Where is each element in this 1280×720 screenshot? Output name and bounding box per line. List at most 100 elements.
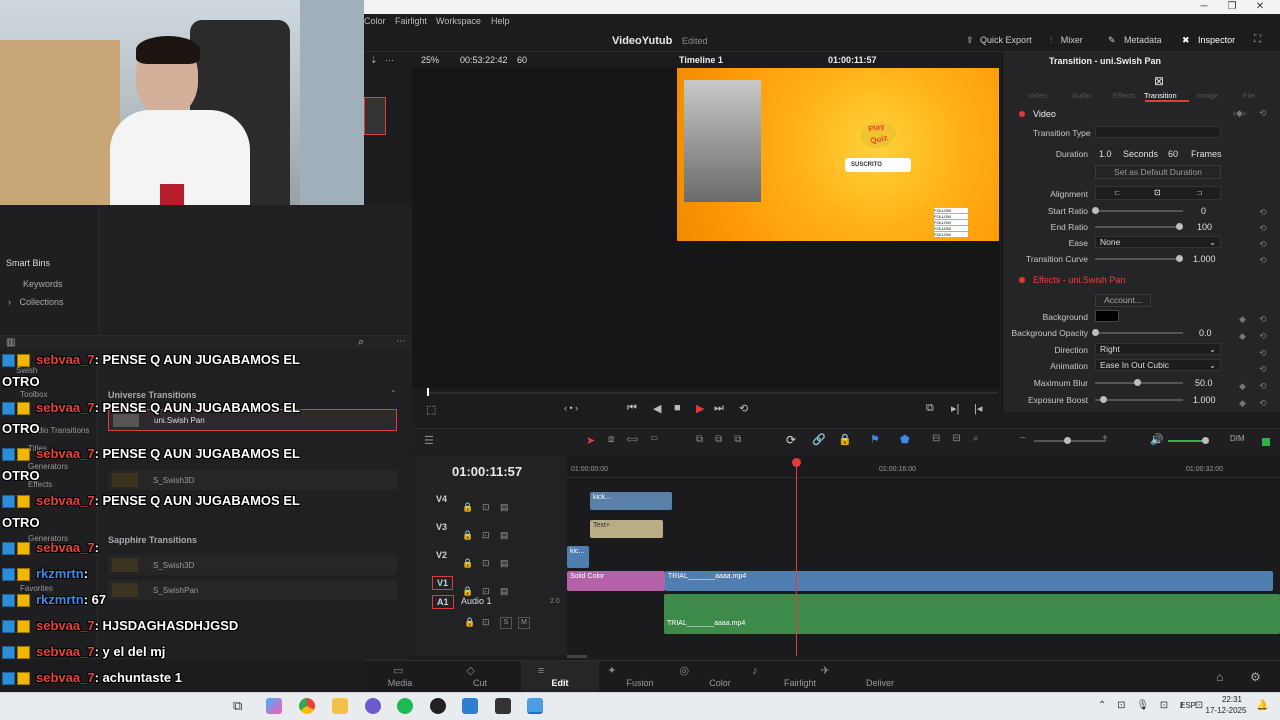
zoom-in-icon[interactable]: + [1102, 433, 1108, 444]
edit-tools-icons[interactable]: ⧈⟺▭ [608, 434, 670, 445]
page-edit[interactable]: Edit [530, 678, 590, 688]
transition-type-dropdown[interactable] [1095, 126, 1221, 138]
slider-knob[interactable] [1176, 223, 1183, 230]
photos-icon[interactable] [462, 698, 478, 714]
flag-icon[interactable]: ⚑ [870, 433, 880, 446]
metadata-button[interactable]: ✎ Metadata [1108, 35, 1162, 46]
play-reverse-icon[interactable]: ◀ [653, 402, 661, 415]
reset-icon[interactable]: ⟲ [1259, 108, 1267, 119]
section-effects[interactable]: Effects - uni.Swish Pan [1033, 275, 1125, 285]
track-v2[interactable]: V2 [436, 550, 447, 560]
tab-transition[interactable]: Transition [1144, 91, 1177, 100]
clock-time[interactable]: 22:31 [1212, 695, 1252, 704]
menu-help[interactable]: Help [491, 16, 510, 26]
clip-v1-solid[interactable]: Solid Color [567, 571, 665, 591]
volume-slider[interactable] [1168, 440, 1206, 442]
tab-effects[interactable]: Effects [1113, 91, 1136, 100]
link-icon[interactable]: 🔗 [812, 433, 826, 446]
media-thumbnail[interactable] [364, 97, 386, 135]
timeline-tracks[interactable]: 01:00:00:00 01:00:16:00 01:00:32:00 kick… [567, 456, 1280, 658]
selection-tool-icon[interactable]: ➤ [586, 434, 595, 447]
task-view-icon[interactable]: ⧉ [233, 698, 249, 714]
keyframe-icon[interactable]: ◆ ◆ ◆ ◆ [1239, 311, 1246, 412]
track-v3[interactable]: V3 [436, 522, 447, 532]
align-center-icon[interactable]: ⊡ [1154, 188, 1161, 197]
keyframe-nav-icon[interactable]: ‹◆› [1233, 108, 1246, 119]
page-color[interactable]: Color [690, 678, 750, 688]
page-fairlight[interactable]: Fairlight [770, 678, 830, 688]
track-enable-icons[interactable]: ▤ ▤ ▤ ▤ [500, 493, 509, 605]
stop-icon[interactable]: ■ [674, 402, 681, 414]
align-start-icon[interactable]: ⊏ [1114, 188, 1121, 197]
duration-frames[interactable]: 60 [1168, 149, 1178, 159]
exposure-boost-value[interactable]: 1.000 [1193, 395, 1216, 405]
home-icon[interactable]: ⌂ [1216, 670, 1223, 684]
clip-v2[interactable]: kic... [567, 546, 589, 568]
track-a1[interactable]: A1 [432, 595, 454, 609]
zoom-tools-icons[interactable]: ⊟⊟⌕ [932, 433, 990, 444]
notification-icon[interactable]: 🔔 [1256, 700, 1268, 711]
transition-curve-slider[interactable] [1095, 258, 1183, 260]
reset-icon[interactable]: ⟲ ⟲ ⟲ ⟲ ⟲ ⟲ [1259, 311, 1267, 412]
keywords-item[interactable]: Keywords [23, 279, 63, 289]
mixer-button[interactable]: ⫶ Mixer [1050, 35, 1083, 46]
animation-dropdown[interactable]: Ease In Out Cubic ⌄ [1095, 359, 1221, 371]
clip-v1-video[interactable]: TRIAL_______aaaa.mp4 [665, 571, 1273, 591]
direction-dropdown[interactable]: Right ⌄ [1095, 343, 1221, 355]
dim-button[interactable]: DIM [1230, 434, 1245, 443]
slider-knob[interactable] [1092, 329, 1099, 336]
track-lock-icons[interactable]: 🔒 🔒 🔒 🔒 [462, 493, 473, 605]
obs-icon[interactable] [430, 698, 446, 714]
next-edit-icon[interactable]: ▸| [951, 402, 959, 415]
capcut-icon[interactable] [495, 698, 511, 714]
solo-button[interactable]: S [500, 617, 512, 629]
tab-audio[interactable]: Audio [1072, 91, 1091, 100]
clip-v4[interactable]: kick... [590, 492, 672, 510]
scrubber-head[interactable] [427, 388, 429, 396]
go-end-icon[interactable]: ⏭ [714, 402, 724, 415]
minimize-button[interactable]: ─ [1190, 0, 1218, 14]
snapping-icon[interactable]: ⟳ [786, 433, 796, 447]
settings-icon[interactable]: ⚙ [1250, 670, 1261, 684]
prev-edit-icon[interactable]: |◂ [974, 402, 982, 415]
clip-a1-audio[interactable]: TRIAL_______aaaa.mp4 [664, 594, 1280, 634]
background-color-swatch[interactable] [1095, 310, 1119, 322]
tab-file[interactable]: File [1243, 91, 1255, 100]
slider-knob[interactable] [1092, 207, 1099, 214]
discord-icon[interactable] [365, 698, 381, 714]
align-end-icon[interactable]: ⊐ [1196, 188, 1203, 197]
zoom-level[interactable]: 25% [421, 55, 439, 65]
search-icon[interactable]: ⌕ [358, 336, 364, 349]
lock-icon[interactable]: 🔒 [838, 433, 852, 446]
menu-color[interactable]: Color [364, 16, 386, 26]
chrome-icon[interactable] [299, 698, 315, 714]
slider-knob[interactable] [1176, 255, 1183, 262]
start-ratio-slider[interactable] [1095, 210, 1183, 212]
track-v1[interactable]: V1 [432, 576, 454, 590]
start-ratio-value[interactable]: 0 [1201, 206, 1206, 216]
insert-tools-icons[interactable]: ⧉⧉⧉ [696, 434, 753, 445]
menu-fairlight[interactable]: Fairlight [395, 16, 427, 26]
clip-v3[interactable]: Text+ [590, 520, 663, 538]
track-visibility-icons[interactable]: ⊡ ⊡ ⊡ ⊡ [482, 493, 490, 605]
menu-workspace[interactable]: Workspace [436, 16, 481, 26]
playhead-handle[interactable] [792, 458, 801, 467]
go-start-icon[interactable]: ⏮ [627, 402, 637, 415]
zoom-out-icon[interactable]: − [1020, 433, 1026, 444]
end-ratio-slider[interactable] [1095, 226, 1183, 228]
section-video[interactable]: Video [1033, 109, 1056, 119]
timeline-ruler[interactable]: 01:00:00:00 01:00:16:00 01:00:32:00 [567, 456, 1280, 478]
bg-opacity-value[interactable]: 0.0 [1199, 328, 1212, 338]
page-deliver[interactable]: Deliver [850, 678, 910, 688]
exposure-boost-slider[interactable] [1095, 399, 1183, 401]
spotify-icon[interactable] [397, 698, 413, 714]
track-v4[interactable]: V4 [436, 494, 447, 504]
timeline-name[interactable]: Timeline 1 [679, 55, 723, 65]
timeline-scrollbar[interactable] [567, 655, 587, 658]
davinci-resolve-icon[interactable] [527, 698, 543, 714]
duration-seconds[interactable]: 1.0 [1099, 149, 1112, 159]
collections-item[interactable]: › Collections [8, 297, 64, 307]
set-default-duration-button[interactable]: Set as Default Duration [1095, 165, 1221, 179]
more-icon[interactable]: ⋯ [396, 336, 406, 347]
playhead[interactable] [796, 460, 797, 656]
